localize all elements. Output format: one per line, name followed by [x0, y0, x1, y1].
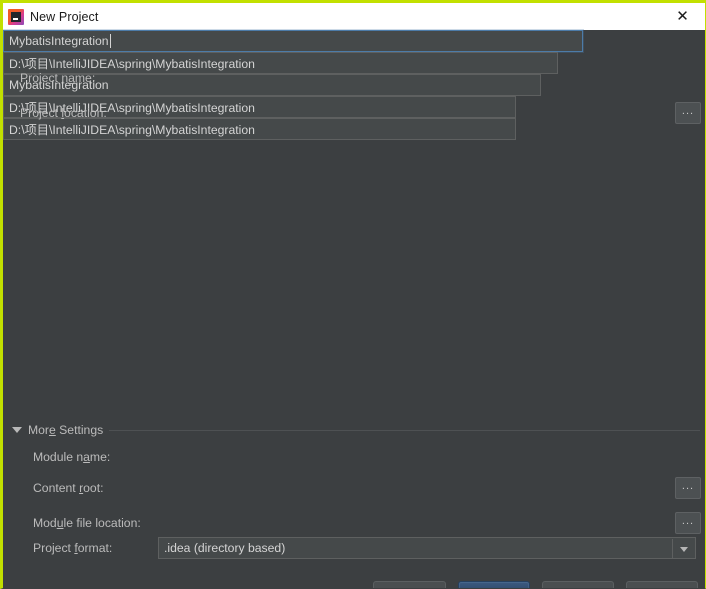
window-title: New Project	[30, 9, 99, 24]
content-root-label: Content root:	[33, 481, 104, 495]
more-settings-label: More Settings	[28, 423, 104, 437]
finish-button[interactable]: Finish	[458, 581, 530, 588]
ellipsis-icon: ...	[681, 104, 695, 117]
project-location-label: Project location:	[20, 106, 107, 120]
project-name-label: Project name:	[20, 71, 96, 85]
more-settings-section-header[interactable]: More Settings	[12, 423, 700, 437]
text-caret	[109, 34, 111, 48]
close-icon[interactable]: ✕	[660, 3, 705, 30]
module-file-location-input[interactable]: D:\项目\IntelliJIDEA\spring\MybatisIntegra…	[3, 118, 516, 140]
ellipsis-icon: ...	[681, 479, 695, 492]
module-name-label: Module name:	[33, 450, 111, 464]
project-name-value: MybatisIntegration	[9, 34, 109, 48]
module-name-row: Module name:	[33, 450, 110, 464]
content-root-row: Content root:	[33, 481, 103, 495]
help-button[interactable]: Help	[626, 581, 698, 588]
dialog-body: Project name: MybatisIntegration Project…	[3, 30, 705, 588]
section-divider	[109, 429, 700, 431]
intellij-idea-icon	[8, 8, 24, 25]
project-location-value: D:\项目\IntelliJIDEA\spring\MybatisIntegra…	[9, 57, 255, 71]
ellipsis-icon: ...	[681, 514, 695, 527]
project-format-label: Project format:	[33, 541, 113, 555]
project-format-select[interactable]: .idea (directory based)	[158, 537, 696, 559]
chevron-down-icon[interactable]	[672, 539, 694, 558]
dialog-button-bar: Previous Finish Cancel Help	[3, 581, 705, 588]
project-location-row: Project location:	[20, 106, 116, 120]
project-format-value: .idea (directory based)	[164, 541, 286, 555]
new-project-dialog: New Project ✕ Project name: MybatisInteg…	[0, 0, 706, 589]
previous-button[interactable]: Previous	[372, 581, 446, 588]
cancel-button[interactable]: Cancel	[542, 581, 614, 588]
project-location-browse-button[interactable]: ...	[675, 102, 701, 124]
module-file-location-value: D:\项目\IntelliJIDEA\spring\MybatisIntegra…	[9, 123, 255, 137]
project-name-row: Project name:	[20, 71, 116, 85]
module-file-location-browse-button[interactable]: ...	[675, 512, 701, 534]
triangle-down-icon[interactable]	[12, 427, 22, 433]
content-root-browse-button[interactable]: ...	[675, 477, 701, 499]
module-file-location-label: Module file location:	[33, 516, 141, 530]
module-file-location-row: Module file location:	[33, 516, 141, 530]
project-format-row: Project format:	[33, 541, 112, 555]
project-name-input[interactable]: MybatisIntegration	[3, 30, 583, 52]
title-bar: New Project ✕	[3, 3, 705, 30]
